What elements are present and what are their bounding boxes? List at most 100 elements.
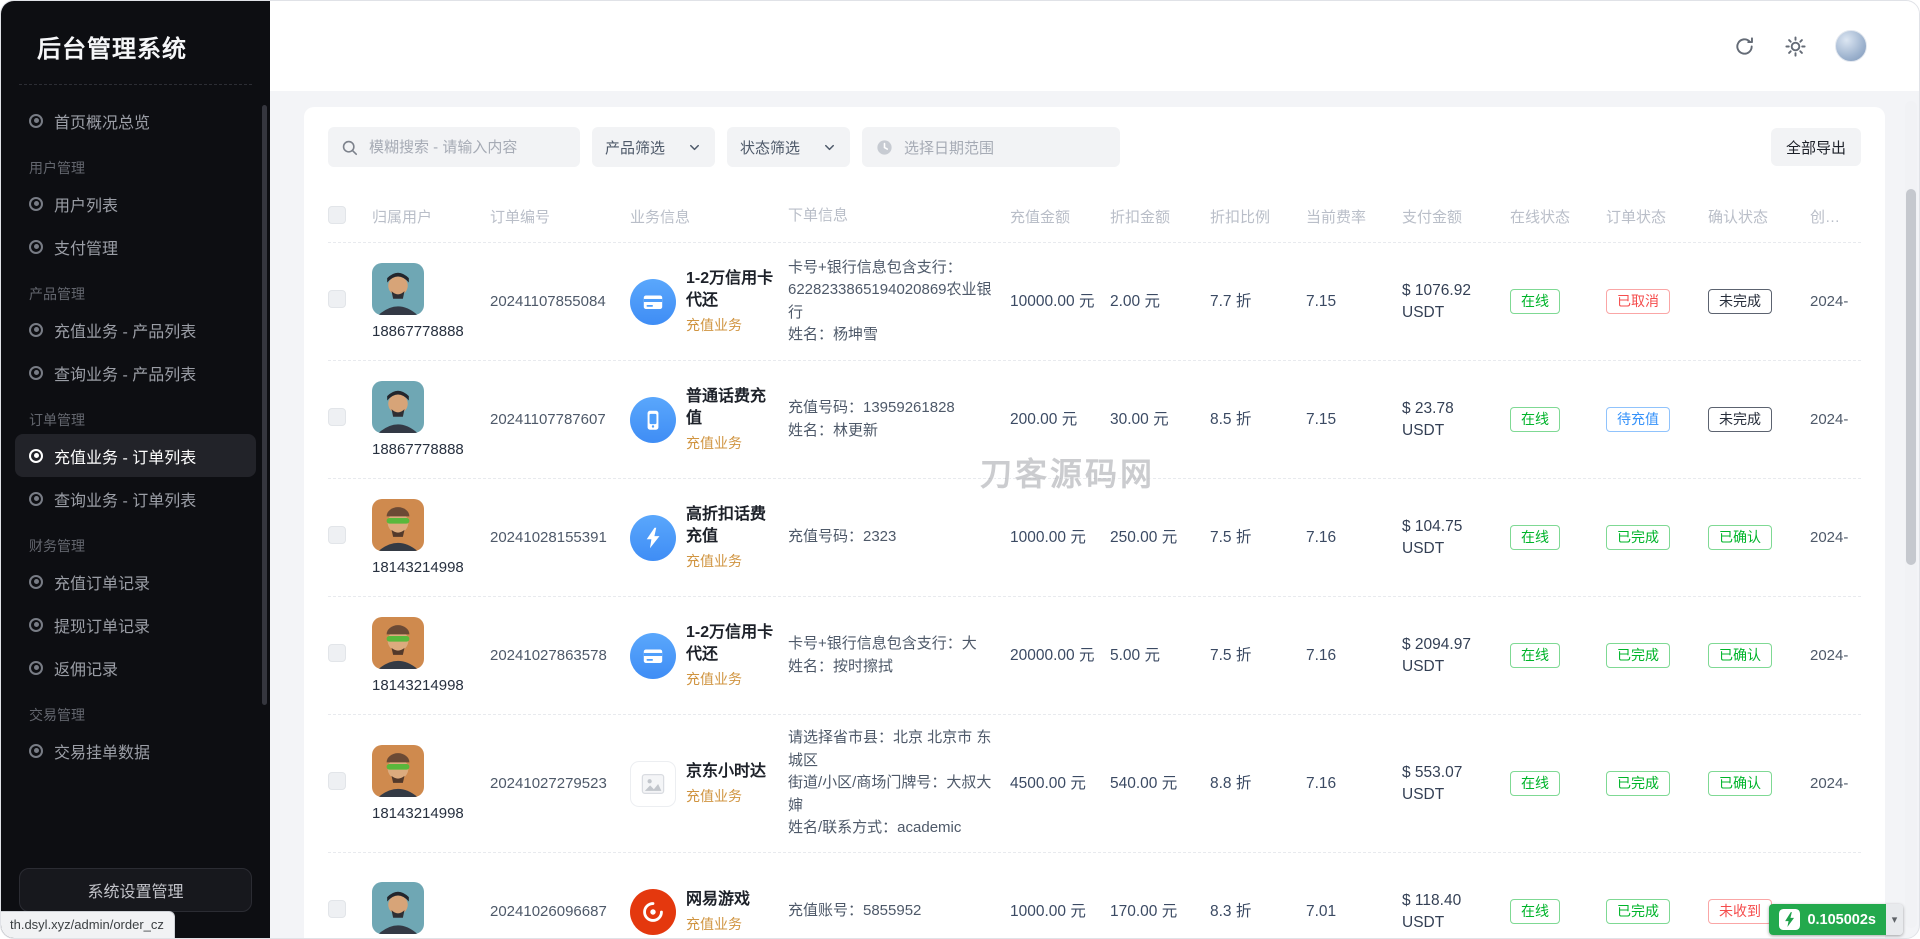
- sidebar-item-label: 充值订单记录: [54, 570, 150, 594]
- created-time: 2024-: [1810, 529, 1866, 546]
- table-row: 18867778888 20241107855084 1-2万信用卡代还 充值业…: [328, 243, 1861, 361]
- product-filter-label: 产品筛选: [605, 137, 665, 158]
- discount-ratio: 8.3 折: [1210, 901, 1306, 923]
- recharge-amount: 4500.00 元: [1010, 773, 1110, 795]
- pay-amount: $ 553.07 USDT: [1402, 762, 1510, 805]
- sidebar-item-label: 交易挂单数据: [54, 739, 150, 763]
- sidebar-divider: [19, 84, 252, 85]
- created-time: 2024-: [1810, 647, 1866, 664]
- sidebar-item-label: 支付管理: [54, 235, 118, 259]
- sidebar-item-overview[interactable]: 首页概况总览: [15, 99, 256, 142]
- circle-dot-icon: [29, 661, 43, 675]
- online-status-badge: 在线: [1510, 407, 1560, 433]
- created-time: 2024-: [1810, 411, 1866, 428]
- row-checkbox[interactable]: [328, 290, 346, 308]
- business-type: 充值业务: [686, 551, 776, 571]
- select-all-checkbox[interactable]: [328, 206, 346, 224]
- sidebar-item-user-list[interactable]: 用户列表: [15, 182, 256, 225]
- chevron-down-icon: ▾: [1886, 904, 1903, 935]
- mobile-phone-icon: [630, 397, 676, 443]
- sidebar-item-label: 返佣记录: [54, 656, 118, 680]
- circle-dot-icon: [29, 618, 43, 632]
- sidebar-section-finance-mgmt: 财务管理: [15, 536, 256, 556]
- sidebar-item-payment-mgmt[interactable]: 支付管理: [15, 225, 256, 268]
- credit-card-icon: [630, 279, 676, 325]
- confirm-status-badge: 已确认: [1708, 771, 1772, 797]
- recharge-amount: 20000.00 元: [1010, 645, 1110, 667]
- order-info: 卡号+银行信息包含支行：6228233865194020869农业银行 姓名：杨…: [788, 257, 1010, 347]
- discount-amount: 250.00 元: [1110, 527, 1210, 549]
- business-type: 充值业务: [686, 914, 776, 934]
- system-settings-button[interactable]: 系统设置管理: [19, 868, 252, 912]
- status-filter-select[interactable]: 状态筛选: [727, 127, 850, 167]
- theme-light-icon[interactable]: [1784, 35, 1807, 58]
- order-number: 20241107855084: [490, 293, 630, 310]
- sidebar-item-query-product-list[interactable]: 查询业务 - 产品列表: [15, 351, 256, 394]
- discount-ratio: 7.7 折: [1210, 291, 1306, 313]
- chevron-down-icon: [687, 140, 702, 155]
- status-filter-label: 状态筛选: [740, 137, 800, 158]
- order-info: 充值号码：13959261828 姓名：林更新: [788, 397, 1010, 442]
- page-load-timer-badge[interactable]: 0.105002s ▾: [1769, 904, 1903, 935]
- pay-amount: $ 1076.92 USDT: [1402, 280, 1510, 323]
- current-rate: 7.01: [1306, 901, 1402, 923]
- row-checkbox[interactable]: [328, 644, 346, 662]
- sidebar-section-trade-mgmt: 交易管理: [15, 705, 256, 725]
- pay-amount: $ 2094.97 USDT: [1402, 634, 1510, 677]
- row-checkbox[interactable]: [328, 900, 346, 918]
- sidebar-item-rebate-records[interactable]: 返佣记录: [15, 646, 256, 689]
- recharge-amount: 1000.00 元: [1010, 527, 1110, 549]
- refresh-icon[interactable]: [1733, 35, 1756, 58]
- sidebar-item-label: 充值业务 - 产品列表: [54, 318, 196, 342]
- circle-dot-icon: [29, 366, 43, 380]
- table-row: 18143214998 20241027279523 京东小时达 充值业务 请选…: [328, 715, 1861, 853]
- circle-dot-icon: [29, 323, 43, 337]
- sidebar-item-withdraw-order-records[interactable]: 提现订单记录: [15, 603, 256, 646]
- row-checkbox[interactable]: [328, 526, 346, 544]
- row-checkbox[interactable]: [328, 772, 346, 790]
- sidebar-item-trade-pending-data[interactable]: 交易挂单数据: [15, 729, 256, 772]
- export-all-button[interactable]: 全部导出: [1771, 128, 1861, 166]
- online-status-badge: 在线: [1510, 289, 1560, 315]
- order-status-badge: 已完成: [1606, 899, 1670, 925]
- search-input[interactable]: [367, 138, 568, 157]
- sidebar-scrollbar-thumb[interactable]: [262, 105, 267, 705]
- date-range-picker[interactable]: 选择日期范围: [862, 127, 1120, 167]
- order-status-badge: 已完成: [1606, 525, 1670, 551]
- pay-amount: $ 23.78 USDT: [1402, 398, 1510, 441]
- sidebar-item-recharge-product-list[interactable]: 充值业务 - 产品列表: [15, 308, 256, 351]
- sidebar-item-query-order-list[interactable]: 查询业务 - 订单列表: [15, 477, 256, 520]
- profile-avatar[interactable]: [1835, 30, 1867, 62]
- user-avatar: [372, 381, 424, 433]
- current-rate: 7.16: [1306, 773, 1402, 795]
- confirm-status-badge: 未完成: [1708, 407, 1772, 433]
- current-rate: 7.15: [1306, 291, 1402, 313]
- circle-dot-icon: [29, 492, 43, 506]
- discount-amount: 2.00 元: [1110, 291, 1210, 313]
- user-avatar: [372, 499, 424, 551]
- order-info: 卡号+银行信息包含支行：大 姓名：按时擦拭: [788, 633, 1010, 678]
- row-checkbox[interactable]: [328, 408, 346, 426]
- order-number: 20241026096687: [490, 903, 630, 920]
- discount-ratio: 8.8 折: [1210, 773, 1306, 795]
- search-box: [328, 127, 580, 167]
- sidebar-item-recharge-order-list[interactable]: 充值业务 - 订单列表: [15, 434, 256, 477]
- user-phone: 18867778888: [372, 441, 464, 458]
- sidebar-section-user-mgmt: 用户管理: [15, 158, 256, 178]
- business-name: 1-2万信用卡代还: [686, 268, 776, 311]
- recharge-amount: 200.00 元: [1010, 409, 1110, 431]
- current-rate: 7.15: [1306, 409, 1402, 431]
- discount-amount: 30.00 元: [1110, 409, 1210, 431]
- content-area: 产品筛选 状态筛选 选择日期范围 全部导出: [270, 91, 1919, 938]
- sidebar-nav: 首页概况总览 用户管理 用户列表 支付管理 产品管理 充值业务 - 产品列表 查…: [1, 93, 270, 858]
- clock-icon: [875, 138, 894, 157]
- discount-ratio: 7.5 折: [1210, 645, 1306, 667]
- col-header-user: 归属用户: [372, 206, 490, 227]
- product-filter-select[interactable]: 产品筛选: [592, 127, 715, 167]
- business-name: 1-2万信用卡代还: [686, 622, 776, 665]
- discount-ratio: 7.5 折: [1210, 527, 1306, 549]
- table-row: 18867778888 20241107787607 普通话费充值 充值业务 充…: [328, 361, 1861, 479]
- sidebar-item-recharge-order-records[interactable]: 充值订单记录: [15, 560, 256, 603]
- jd-logo-icon: [630, 761, 676, 807]
- vertical-scrollbar-thumb[interactable]: [1906, 189, 1916, 565]
